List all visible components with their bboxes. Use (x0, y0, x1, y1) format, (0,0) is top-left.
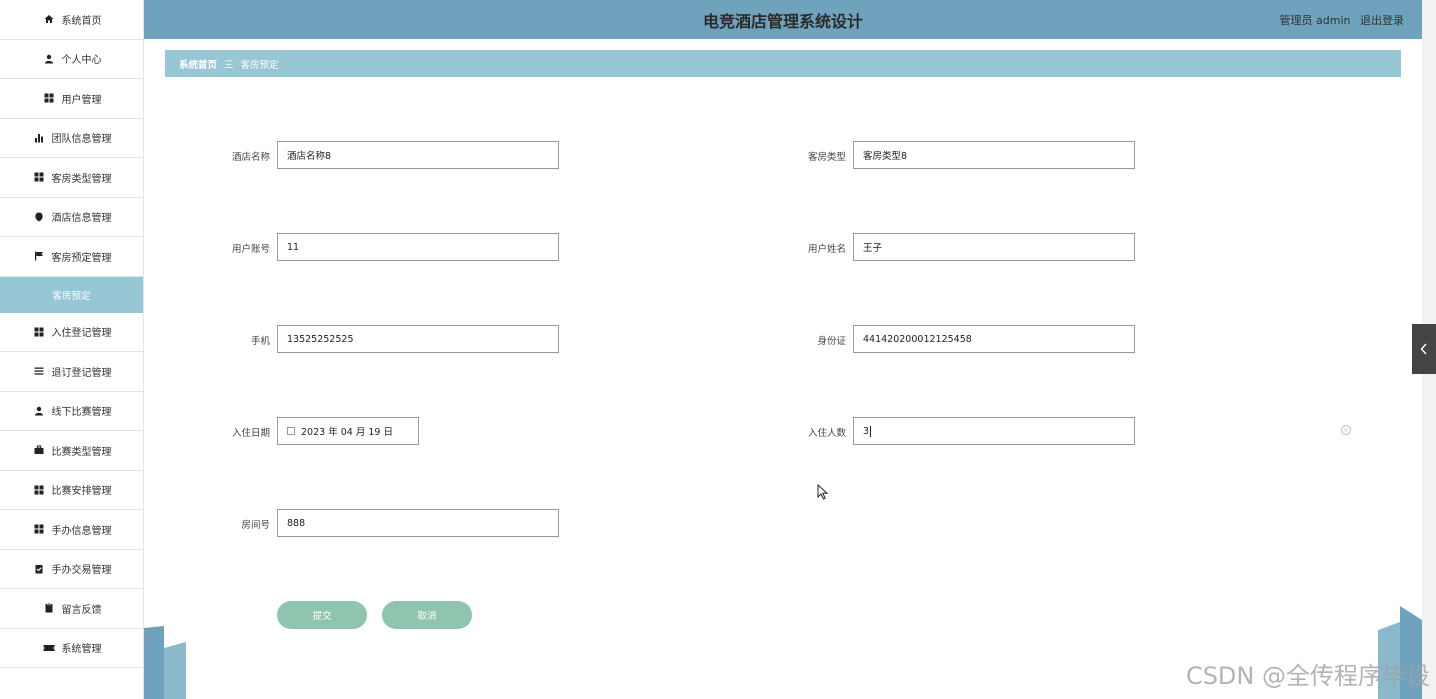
room-no-input[interactable]: 888 (277, 509, 559, 537)
grid-icon (32, 524, 46, 534)
sidebar-item-match-types[interactable]: 比赛类型管理 (0, 431, 143, 471)
submit-button[interactable]: 提交 (277, 601, 367, 629)
text-caret (870, 425, 872, 437)
sidebar-item-label: 入住登记管理 (51, 328, 112, 340)
checkin-date-label: 入住日期 (231, 428, 270, 439)
guests-label: 入住人数 (807, 428, 846, 439)
sidebar-item-label: 比赛类型管理 (51, 446, 112, 458)
sidebar-item-label: 酒店信息管理 (51, 213, 112, 225)
collapse-panel-button[interactable] (1412, 324, 1436, 374)
clipboard-check-icon (32, 564, 46, 574)
decorative-shape-left (144, 626, 186, 699)
sidebar-item-label: 客房预定管理 (51, 252, 112, 264)
sidebar-item-home[interactable]: 系统首页 (0, 0, 143, 40)
sidebar-item-label: 退订登记管理 (51, 367, 112, 379)
grid-icon (32, 172, 46, 182)
sidebar-item-label: 留言反馈 (61, 604, 102, 616)
briefcase-icon (32, 445, 46, 455)
sidebar-item-figure-trades[interactable]: 手办交易管理 (0, 550, 143, 589)
page-title: 电竞酒店管理系统设计 (702, 11, 863, 31)
shield-icon (32, 212, 46, 222)
phone-label: 手机 (250, 336, 270, 347)
sidebar-item-label: 系统管理 (61, 644, 102, 656)
room-no-label: 房间号 (241, 520, 270, 531)
flag-icon (32, 251, 46, 261)
checkin-date-value: 2023 年 04 月 19 日 (301, 427, 393, 438)
sidebar-item-users[interactable]: 用户管理 (0, 79, 143, 119)
grid-icon (32, 327, 46, 337)
top-header: 电竞酒店管理系统设计 管理员 admin 退出登录 (144, 0, 1422, 39)
sidebar-item-cancellation[interactable]: 退订登记管理 (0, 352, 143, 392)
breadcrumb: 系统首页 三 客房预定 (165, 50, 1401, 77)
cancel-button[interactable]: 取消 (382, 601, 472, 629)
room-type-input[interactable]: 客房类型8 (853, 141, 1135, 169)
hotel-name-label: 酒店名称 (231, 152, 270, 163)
user-account-label: 用户账号 (231, 244, 270, 255)
sidebar-item-checkin[interactable]: 入住登记管理 (0, 313, 143, 352)
sidebar-item-match-schedule[interactable]: 比赛安排管理 (0, 471, 143, 510)
sidebar-item-label: 系统首页 (61, 15, 102, 27)
sidebar-item-bookings[interactable]: 客房预定管理 (0, 237, 143, 277)
sidebar-item-feedback[interactable]: 留言反馈 (0, 589, 143, 629)
watermark-text: CSDN @全传程序毕设 (1185, 662, 1430, 690)
sidebar-item-label: 比赛安排管理 (51, 486, 112, 498)
sidebar-item-figures[interactable]: 手办信息管理 (0, 510, 143, 550)
sidebar-item-label: 客房预定 (52, 290, 91, 302)
clear-icon[interactable]: × (1341, 425, 1351, 435)
bar-chart-icon (32, 133, 46, 143)
ticket-icon (42, 643, 56, 653)
list-icon (32, 366, 46, 376)
app-root: 系统首页 个人中心 用户管理 团队信息管理 客房类型管理 酒店信息管理 客房预定… (0, 0, 1436, 699)
person-icon (32, 406, 46, 416)
sidebar-subitem-booking[interactable]: 客房预定 (0, 276, 143, 313)
user-name-input[interactable]: 王子 (853, 233, 1135, 261)
chevron-left-icon (1420, 343, 1427, 355)
mouse-pointer-icon (817, 483, 829, 504)
id-card-label: 身份证 (817, 336, 846, 347)
id-card-input[interactable]: 441420200012125458 (853, 325, 1135, 353)
sidebar-item-label: 客房类型管理 (51, 173, 112, 185)
user-area: 管理员 admin 退出登录 (1274, 12, 1404, 28)
sidebar-item-label: 线下比赛管理 (51, 407, 112, 419)
sidebar-item-room-types[interactable]: 客房类型管理 (0, 158, 143, 198)
breadcrumb-separator: 三 (224, 59, 234, 71)
sidebar: 系统首页 个人中心 用户管理 团队信息管理 客房类型管理 酒店信息管理 客房预定… (0, 0, 144, 699)
sidebar-item-offline-match[interactable]: 线下比赛管理 (0, 392, 143, 431)
logout-link[interactable]: 退出登录 (1360, 14, 1404, 27)
breadcrumb-home[interactable]: 系统首页 (179, 57, 217, 71)
sidebar-item-label: 手办信息管理 (51, 525, 112, 537)
sidebar-item-system[interactable]: 系统管理 (0, 629, 143, 668)
calendar-icon (287, 427, 295, 435)
phone-input[interactable]: 13525252525 (277, 325, 559, 353)
sidebar-item-hotels[interactable]: 酒店信息管理 (0, 198, 143, 237)
sidebar-item-label: 团队信息管理 (51, 134, 112, 146)
hotel-name-input[interactable]: 酒店名称8 (277, 141, 559, 169)
sidebar-item-label: 手办交易管理 (51, 565, 112, 577)
user-account-input[interactable]: 11 (277, 233, 559, 261)
user-label: 管理员 admin (1279, 14, 1351, 27)
guests-input[interactable]: 3 (853, 417, 1135, 445)
grid-icon (42, 93, 56, 103)
sidebar-item-label: 个人中心 (61, 55, 102, 67)
checkin-date-picker[interactable]: 2023 年 04 月 19 日 (277, 417, 419, 445)
sidebar-item-profile[interactable]: 个人中心 (0, 40, 143, 79)
breadcrumb-current: 客房预定 (240, 59, 279, 71)
guests-value: 3 (863, 425, 870, 437)
person-icon (42, 54, 56, 64)
grid-icon (32, 485, 46, 495)
sidebar-item-label: 用户管理 (61, 94, 102, 106)
user-name-label: 用户姓名 (807, 244, 846, 255)
room-type-label: 客房类型 (807, 152, 846, 163)
home-icon (42, 14, 56, 24)
clipboard-icon (42, 603, 56, 613)
sidebar-item-team[interactable]: 团队信息管理 (0, 119, 143, 158)
